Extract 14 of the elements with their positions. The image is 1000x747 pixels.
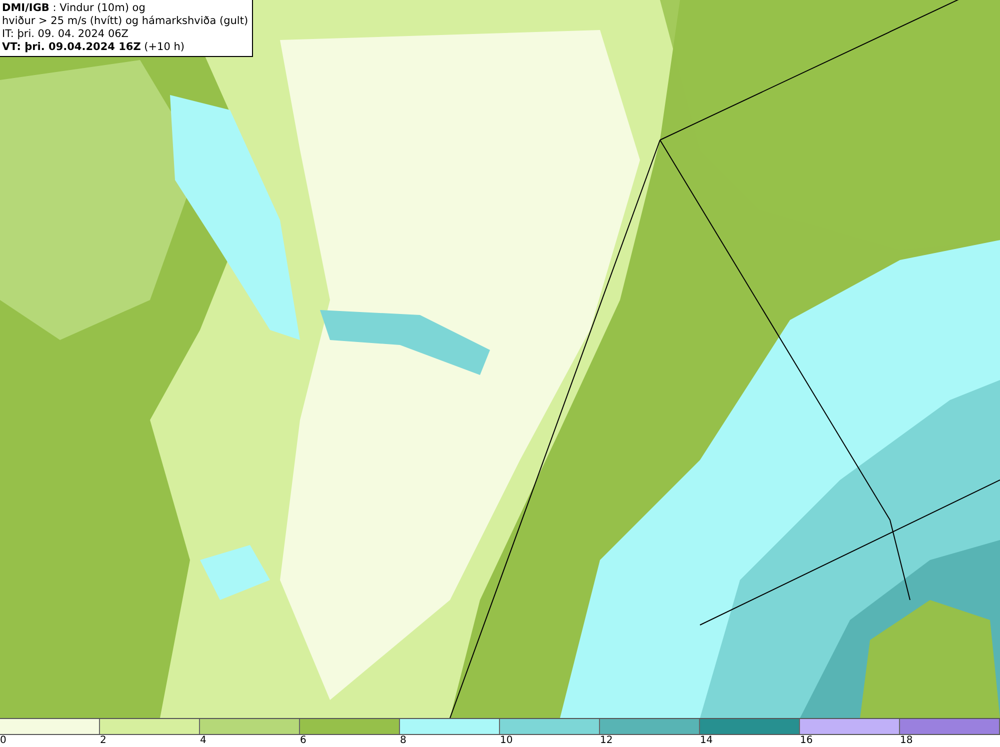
title-line: VT: þri. 09.04.2024 16Z (+10 h) — [2, 41, 186, 54]
legend-tick-label: 2 — [100, 735, 106, 746]
legend-tick-label: 8 — [400, 735, 406, 746]
legend-tick-label: 4 — [200, 735, 206, 746]
title-line: hviður > 25 m/s (hvítt) og hámarkshviða (gult) — [2, 15, 248, 28]
legend-tick-label: 10 — [500, 735, 513, 746]
legend-tick-label: 16 — [800, 735, 813, 746]
legend-tick-label: 14 — [700, 735, 713, 746]
legend-tick-label: 12 — [600, 735, 613, 746]
legend-tick-label: 0 — [0, 735, 6, 746]
title-line: DMI/IGB : Vindur (10m) og — [2, 2, 146, 15]
title-line: IT: þri. 09. 04. 2024 06Z — [2, 28, 130, 41]
legend-tick-label: 18 — [900, 735, 913, 746]
legend-tick-label: 6 — [300, 735, 306, 746]
